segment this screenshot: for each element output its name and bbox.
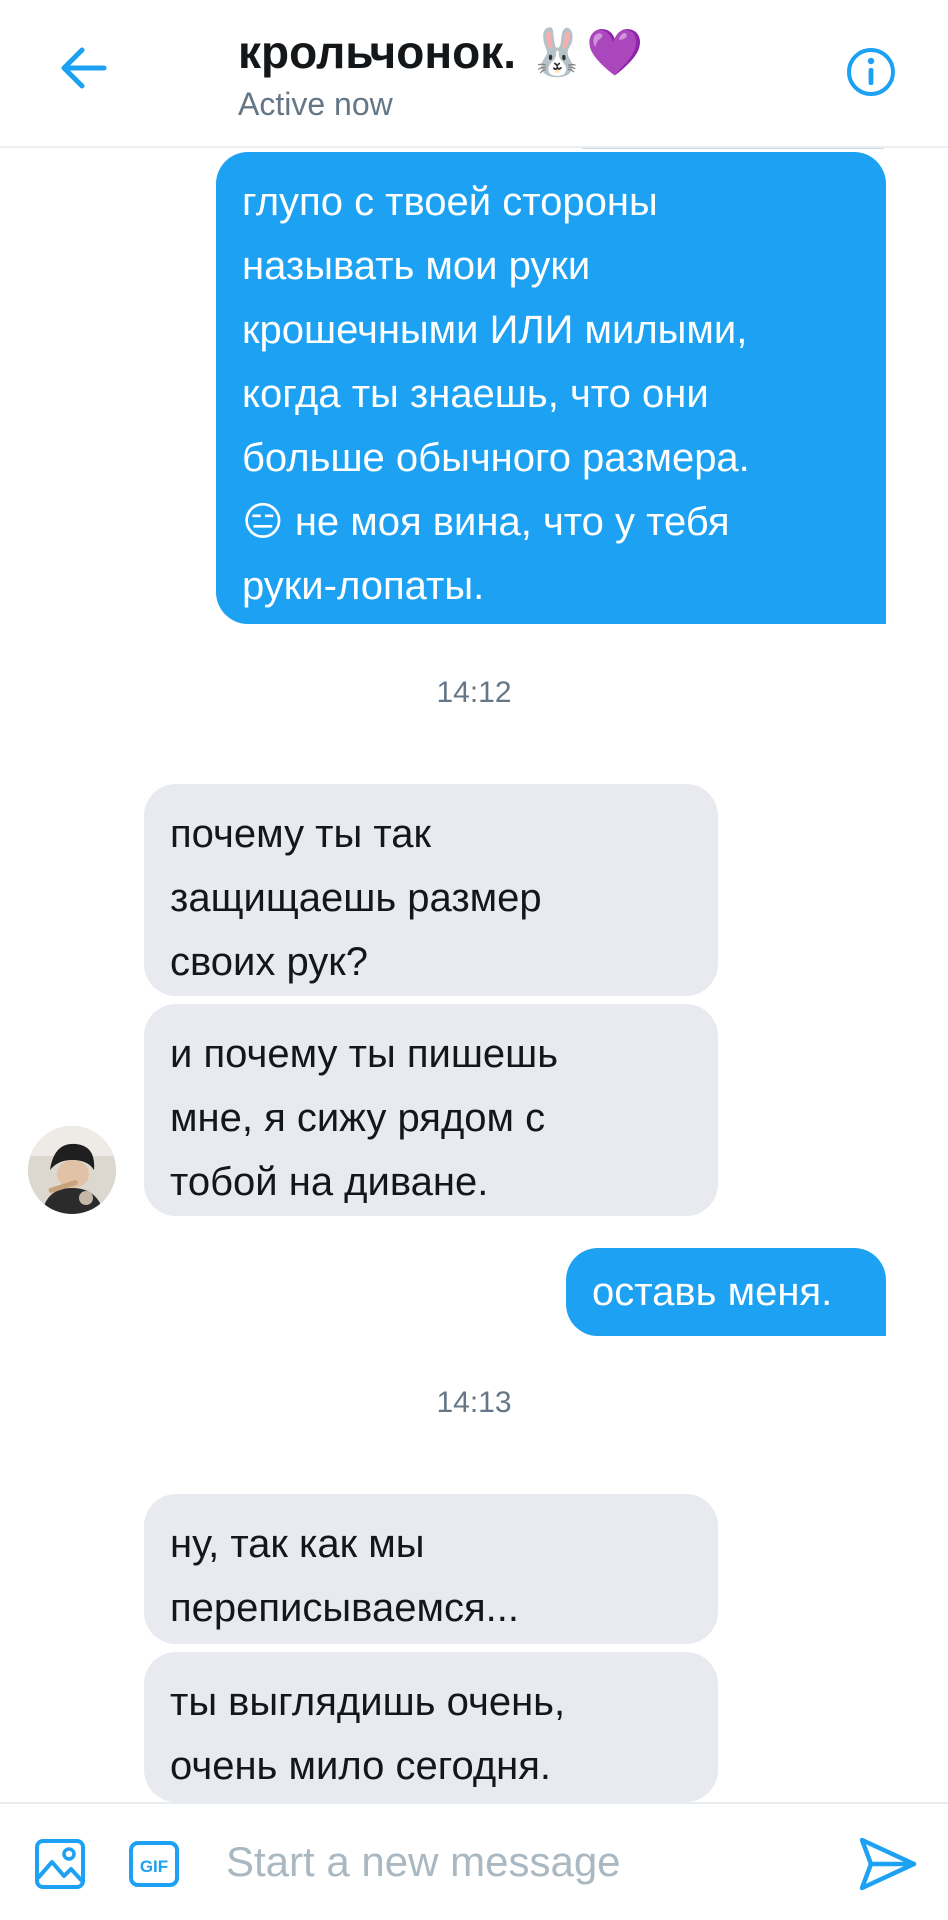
add-image-button[interactable]	[34, 1838, 86, 1890]
gif-icon: GIF	[129, 1841, 179, 1887]
message-composer: GIF	[0, 1802, 948, 1920]
message-line: ты выглядишь очень,	[170, 1680, 566, 1724]
message-line: руки-лопаты.	[242, 564, 485, 608]
outgoing-message[interactable]: оставь меня.	[566, 1248, 886, 1336]
conversation-title: крольчонок. 🐰💜	[238, 26, 644, 78]
message-line: и почему ты пишешь	[170, 1032, 559, 1076]
incoming-message[interactable]: и почему ты пишешь мне, я сижу рядом с т…	[144, 1004, 718, 1216]
message-line: очень мило сегодня.	[170, 1744, 552, 1788]
active-status: Active now	[238, 86, 393, 122]
incoming-message[interactable]: ты выглядишь очень, очень мило сегодня.	[144, 1652, 718, 1802]
conversation-header: крольчонок. 🐰💜 Active now	[0, 0, 948, 148]
message-line: переписываемся...	[170, 1586, 519, 1630]
message-line: 😑 не моя вина, что у тебя	[242, 500, 730, 544]
message-line: тобой на диване.	[170, 1160, 489, 1204]
message-input[interactable]	[226, 1824, 826, 1900]
message-timestamp: 14:13	[436, 1386, 512, 1419]
incoming-message[interactable]: почему ты так защищаешь размер своих рук…	[144, 784, 718, 996]
avatar-photo	[28, 1126, 116, 1214]
send-button[interactable]	[858, 1836, 918, 1892]
dm-conversation-screen: крольчонок. 🐰💜 Active now глупо с твоей …	[0, 0, 948, 1920]
message-line: называть мои руки	[242, 244, 591, 288]
add-gif-button[interactable]: GIF	[128, 1840, 180, 1888]
message-timestamp: 14:12	[436, 676, 512, 709]
gif-label: GIF	[140, 1857, 168, 1876]
back-button[interactable]	[52, 36, 116, 100]
message-line: почему ты так	[170, 812, 431, 856]
conversation-info-button[interactable]	[845, 46, 897, 98]
arrow-left-icon	[61, 47, 107, 89]
conversation-title-area[interactable]: крольчонок. 🐰💜 Active now	[238, 22, 643, 124]
message-line: защищаешь размер	[170, 876, 542, 920]
message-line: мне, я сижу рядом с	[170, 1096, 546, 1140]
message-line: глупо с твоей стороны	[242, 180, 658, 224]
message-line: когда ты знаешь, что они	[242, 372, 709, 416]
message-line: ну, так как мы	[170, 1522, 425, 1566]
image-icon	[35, 1839, 85, 1889]
incoming-message[interactable]: ну, так как мы переписываемся...	[144, 1494, 718, 1644]
sender-avatar[interactable]	[28, 1126, 116, 1214]
message-line: крошечными ИЛИ милыми,	[242, 308, 748, 352]
info-icon	[847, 48, 895, 96]
send-icon	[859, 1837, 917, 1891]
message-line: больше обычного размера.	[242, 436, 750, 480]
outgoing-message[interactable]: глупо с твоей стороны называть мои руки …	[216, 152, 886, 624]
message-line: своих рук?	[170, 940, 369, 984]
message-line: оставь меня.	[592, 1270, 833, 1314]
